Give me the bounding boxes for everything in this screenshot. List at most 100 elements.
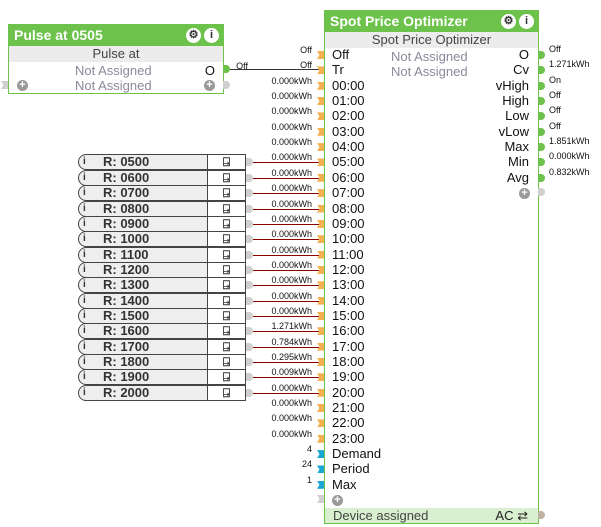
add-output-icon[interactable]: + <box>204 80 215 91</box>
reader-output-pin[interactable] <box>246 265 253 274</box>
reader-label: R: 0800 <box>103 200 150 216</box>
output-pin[interactable] <box>538 127 545 136</box>
input-value: 0.000kWh <box>271 91 312 102</box>
info-icon[interactable]: i <box>83 278 86 292</box>
reader-block[interactable]: i R: 1400 ⍈ <box>78 292 246 309</box>
input-pin[interactable] <box>317 419 324 428</box>
info-icon[interactable]: i <box>83 155 86 169</box>
reader-output-pin[interactable] <box>246 296 253 305</box>
reader-output-pin[interactable] <box>246 281 253 290</box>
reader-block[interactable]: i R: 0800 ⍈ <box>78 200 246 217</box>
info-icon[interactable]: i <box>83 248 86 262</box>
output-pin[interactable] <box>538 158 545 167</box>
settings-icon[interactable]: ⚙ <box>186 28 201 43</box>
reader-block[interactable]: i R: 1600 ⍈ <box>78 323 246 340</box>
reader-output-pin[interactable] <box>246 311 253 320</box>
reader-block[interactable]: i R: 1700 ⍈ <box>78 338 246 355</box>
reader-block[interactable]: i R: 1800 ⍈ <box>78 354 246 370</box>
info-icon[interactable]: i <box>83 294 86 308</box>
input-label: 00:00 <box>332 77 365 93</box>
spo-footer[interactable]: Device assigned AC ⇄ <box>325 508 538 523</box>
pulse-param: Not Assigned <box>75 63 152 78</box>
reader-block[interactable]: i R: 0900 ⍈ <box>78 215 246 232</box>
info-icon[interactable]: i <box>83 370 86 384</box>
add-input-icon[interactable]: + <box>17 80 28 91</box>
info-icon[interactable]: i <box>83 309 86 323</box>
pulse-extra-pin[interactable] <box>223 81 230 89</box>
footer-pin[interactable] <box>538 511 545 519</box>
reader-output-pin[interactable] <box>246 189 253 198</box>
reader-output-pin[interactable] <box>246 235 253 244</box>
input-pin[interactable] <box>317 51 324 59</box>
output-label: Max <box>504 139 529 155</box>
reader-output-pin[interactable] <box>246 358 253 366</box>
spo-header[interactable]: Spot Price Optimizer ⚙ i <box>325 11 538 32</box>
input-label: 05:00 <box>332 154 365 170</box>
input-pin[interactable] <box>317 434 324 443</box>
reader-block[interactable]: i R: 1300 ⍈ <box>78 277 246 294</box>
input-pin[interactable] <box>317 127 324 136</box>
info-icon[interactable]: i <box>83 386 86 400</box>
reader-block[interactable]: i R: 1000 ⍈ <box>78 231 246 248</box>
output-pin[interactable] <box>538 112 545 121</box>
output-pin[interactable] <box>538 143 545 152</box>
reader-block[interactable]: i R: 1500 ⍈ <box>78 307 246 324</box>
reader-block[interactable]: i R: 2000 ⍈ <box>78 384 246 401</box>
input-pin[interactable] <box>317 112 324 121</box>
info-icon[interactable]: i <box>83 232 86 246</box>
info-icon[interactable]: i <box>83 202 86 216</box>
reader-block[interactable]: i R: 1200 ⍈ <box>78 261 246 278</box>
info-icon[interactable]: i <box>83 340 86 354</box>
reader-block[interactable]: i R: 0600 ⍈ <box>78 169 246 186</box>
reader-output-pin[interactable] <box>246 342 253 351</box>
pulse-header[interactable]: Pulse at 0505 ⚙ i <box>9 25 223 46</box>
reader-output-pin[interactable] <box>246 204 253 213</box>
info-icon[interactable]: i <box>83 171 86 185</box>
input-pin[interactable] <box>317 450 324 459</box>
reader-block[interactable]: i R: 1100 ⍈ <box>78 246 246 263</box>
input-pin[interactable] <box>317 404 324 413</box>
input-pin[interactable] <box>317 97 324 106</box>
reader-wire <box>253 177 319 179</box>
add-input-icon[interactable]: + <box>332 495 343 506</box>
reader-output-pin[interactable] <box>246 158 253 167</box>
info-icon[interactable]: i <box>83 263 86 277</box>
input-pin[interactable] <box>317 143 324 152</box>
info-icon[interactable]: i <box>83 186 86 200</box>
reader-output-pin[interactable] <box>246 373 253 382</box>
output-value: Off <box>549 105 561 116</box>
input-pin[interactable] <box>317 66 324 75</box>
output-pin[interactable] <box>538 173 545 182</box>
add-output-icon[interactable]: + <box>519 188 530 199</box>
input-pin[interactable] <box>317 81 324 90</box>
reader-block[interactable]: i R: 0500 ⍈ <box>78 154 246 171</box>
output-pin[interactable] <box>538 66 545 75</box>
reader-output-pin[interactable] <box>246 388 253 397</box>
reader-output-pin[interactable] <box>246 250 253 259</box>
info-icon[interactable]: i <box>519 14 534 29</box>
settings-icon[interactable]: ⚙ <box>501 14 516 29</box>
reader-block[interactable]: i R: 0700 ⍈ <box>78 185 246 202</box>
info-icon[interactable]: i <box>83 217 86 231</box>
output-pin[interactable] <box>538 81 545 90</box>
reader-output-pin[interactable] <box>246 173 253 182</box>
spo-param: Not Assigned <box>391 49 468 64</box>
info-icon[interactable]: i <box>204 28 219 43</box>
info-icon[interactable]: i <box>83 355 86 369</box>
pulse-input-pin[interactable] <box>1 81 8 89</box>
input-label: 17:00 <box>332 338 365 354</box>
output-pin[interactable] <box>538 97 545 106</box>
extra-output-pin[interactable] <box>538 188 545 196</box>
input-pin[interactable] <box>317 480 324 489</box>
output-pin[interactable] <box>538 51 545 59</box>
reader-block[interactable]: i R: 1900 ⍈ <box>78 369 246 386</box>
pulse-block[interactable]: Pulse at 0505 ⚙ i Pulse at Not Assigned … <box>8 24 224 94</box>
input-pin[interactable] <box>317 465 324 474</box>
reader-wire <box>253 193 319 195</box>
ac-sync-icon[interactable]: AC ⇄ <box>495 508 528 523</box>
reader-output-pin[interactable] <box>246 327 253 336</box>
reader-wire <box>253 208 319 210</box>
info-icon[interactable]: i <box>83 324 86 338</box>
extra-input-pin[interactable] <box>317 495 324 503</box>
reader-output-pin[interactable] <box>246 219 253 228</box>
